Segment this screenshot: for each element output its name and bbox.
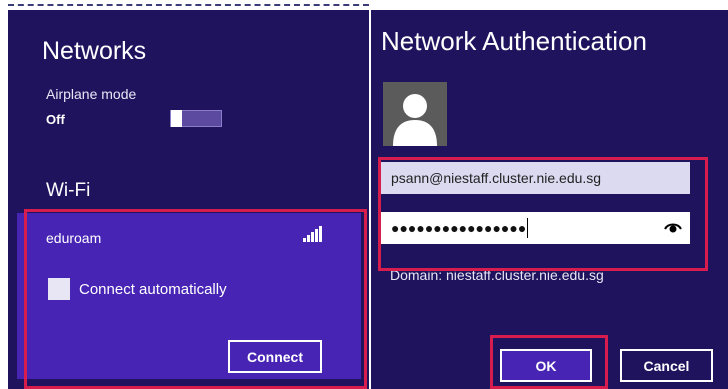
top-dashed-border	[8, 4, 369, 6]
network-authentication-title: Network Authentication	[381, 26, 647, 56]
highlight-network-tile	[24, 209, 367, 389]
user-avatar-icon	[383, 82, 447, 146]
cancel-button[interactable]: Cancel	[620, 349, 713, 382]
airplane-mode-toggle[interactable]	[170, 110, 222, 127]
highlight-credentials	[378, 157, 708, 271]
airplane-mode-state: Off	[46, 112, 65, 127]
networks-title: Networks	[42, 37, 147, 65]
wifi-heading: Wi-Fi	[46, 180, 91, 201]
airplane-mode-label: Airplane mode	[46, 86, 137, 102]
toggle-knob	[171, 110, 182, 127]
highlight-ok-button	[490, 335, 608, 389]
